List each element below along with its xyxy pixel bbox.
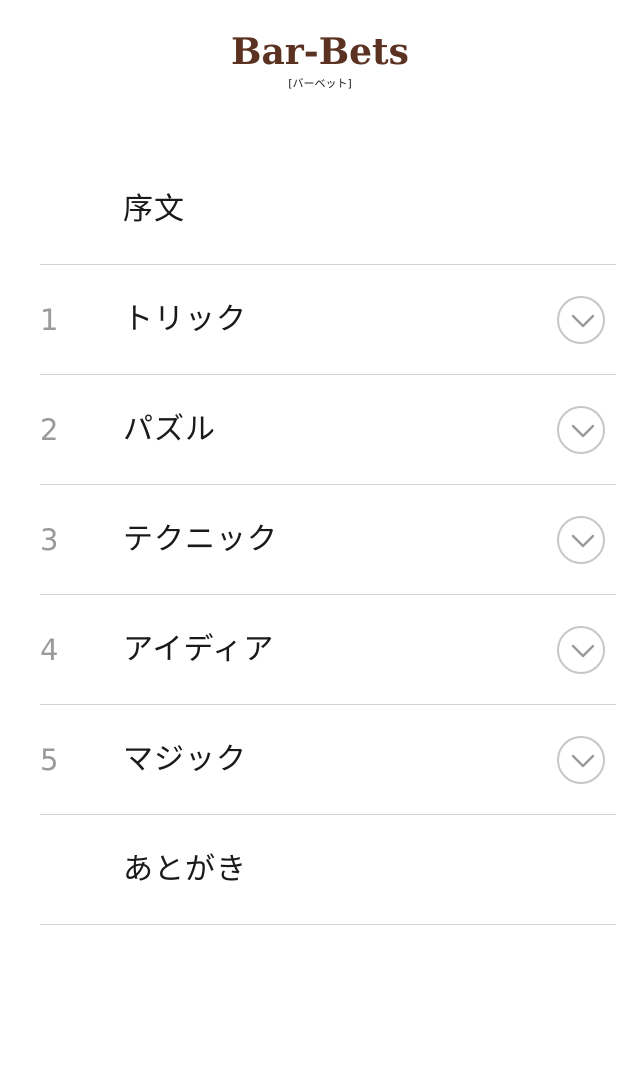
app-header: Bar-Bets [バーベット]: [0, 0, 640, 110]
item-label: テクニック: [123, 522, 278, 557]
chevron-down-icon: [571, 644, 595, 658]
item-label: アイディア: [123, 632, 275, 667]
menu-item-magic[interactable]: 5 マジック: [0, 705, 640, 815]
item-number: 2: [40, 413, 59, 447]
chevron-down-icon: [571, 424, 595, 438]
logo-subtitle: [バーベット]: [288, 77, 352, 90]
expand-button[interactable]: [557, 626, 605, 674]
chevron-down-icon: [571, 534, 595, 548]
logo-title[interactable]: Bar-Bets: [0, 30, 640, 74]
item-label: マジック: [123, 742, 247, 777]
item-label: トリック: [123, 302, 247, 337]
item-label: 序文: [123, 192, 185, 227]
expand-button[interactable]: [557, 736, 605, 784]
menu-item-puzzle[interactable]: 2 パズル: [0, 375, 640, 485]
menu-item-trick[interactable]: 1 トリック: [0, 265, 640, 375]
expand-button[interactable]: [557, 516, 605, 564]
item-number: 5: [40, 743, 59, 777]
menu-item-afterword[interactable]: あとがき: [0, 815, 640, 925]
menu-item-technique[interactable]: 3 テクニック: [0, 485, 640, 595]
item-label: あとがき: [123, 852, 247, 887]
expand-button[interactable]: [557, 406, 605, 454]
chevron-down-icon: [571, 314, 595, 328]
menu-item-idea[interactable]: 4 アイディア: [0, 595, 640, 705]
item-number: 4: [40, 633, 59, 667]
item-label: パズル: [123, 412, 216, 447]
item-number: 1: [40, 303, 59, 337]
chevron-down-icon: [571, 754, 595, 768]
expand-button[interactable]: [557, 296, 605, 344]
table-of-contents: 序文 1 トリック 2 パズル 3 テクニック 4 アイディア 5 マジック あ…: [0, 155, 640, 925]
menu-item-preface[interactable]: 序文: [0, 155, 640, 265]
item-number: 3: [40, 523, 59, 557]
